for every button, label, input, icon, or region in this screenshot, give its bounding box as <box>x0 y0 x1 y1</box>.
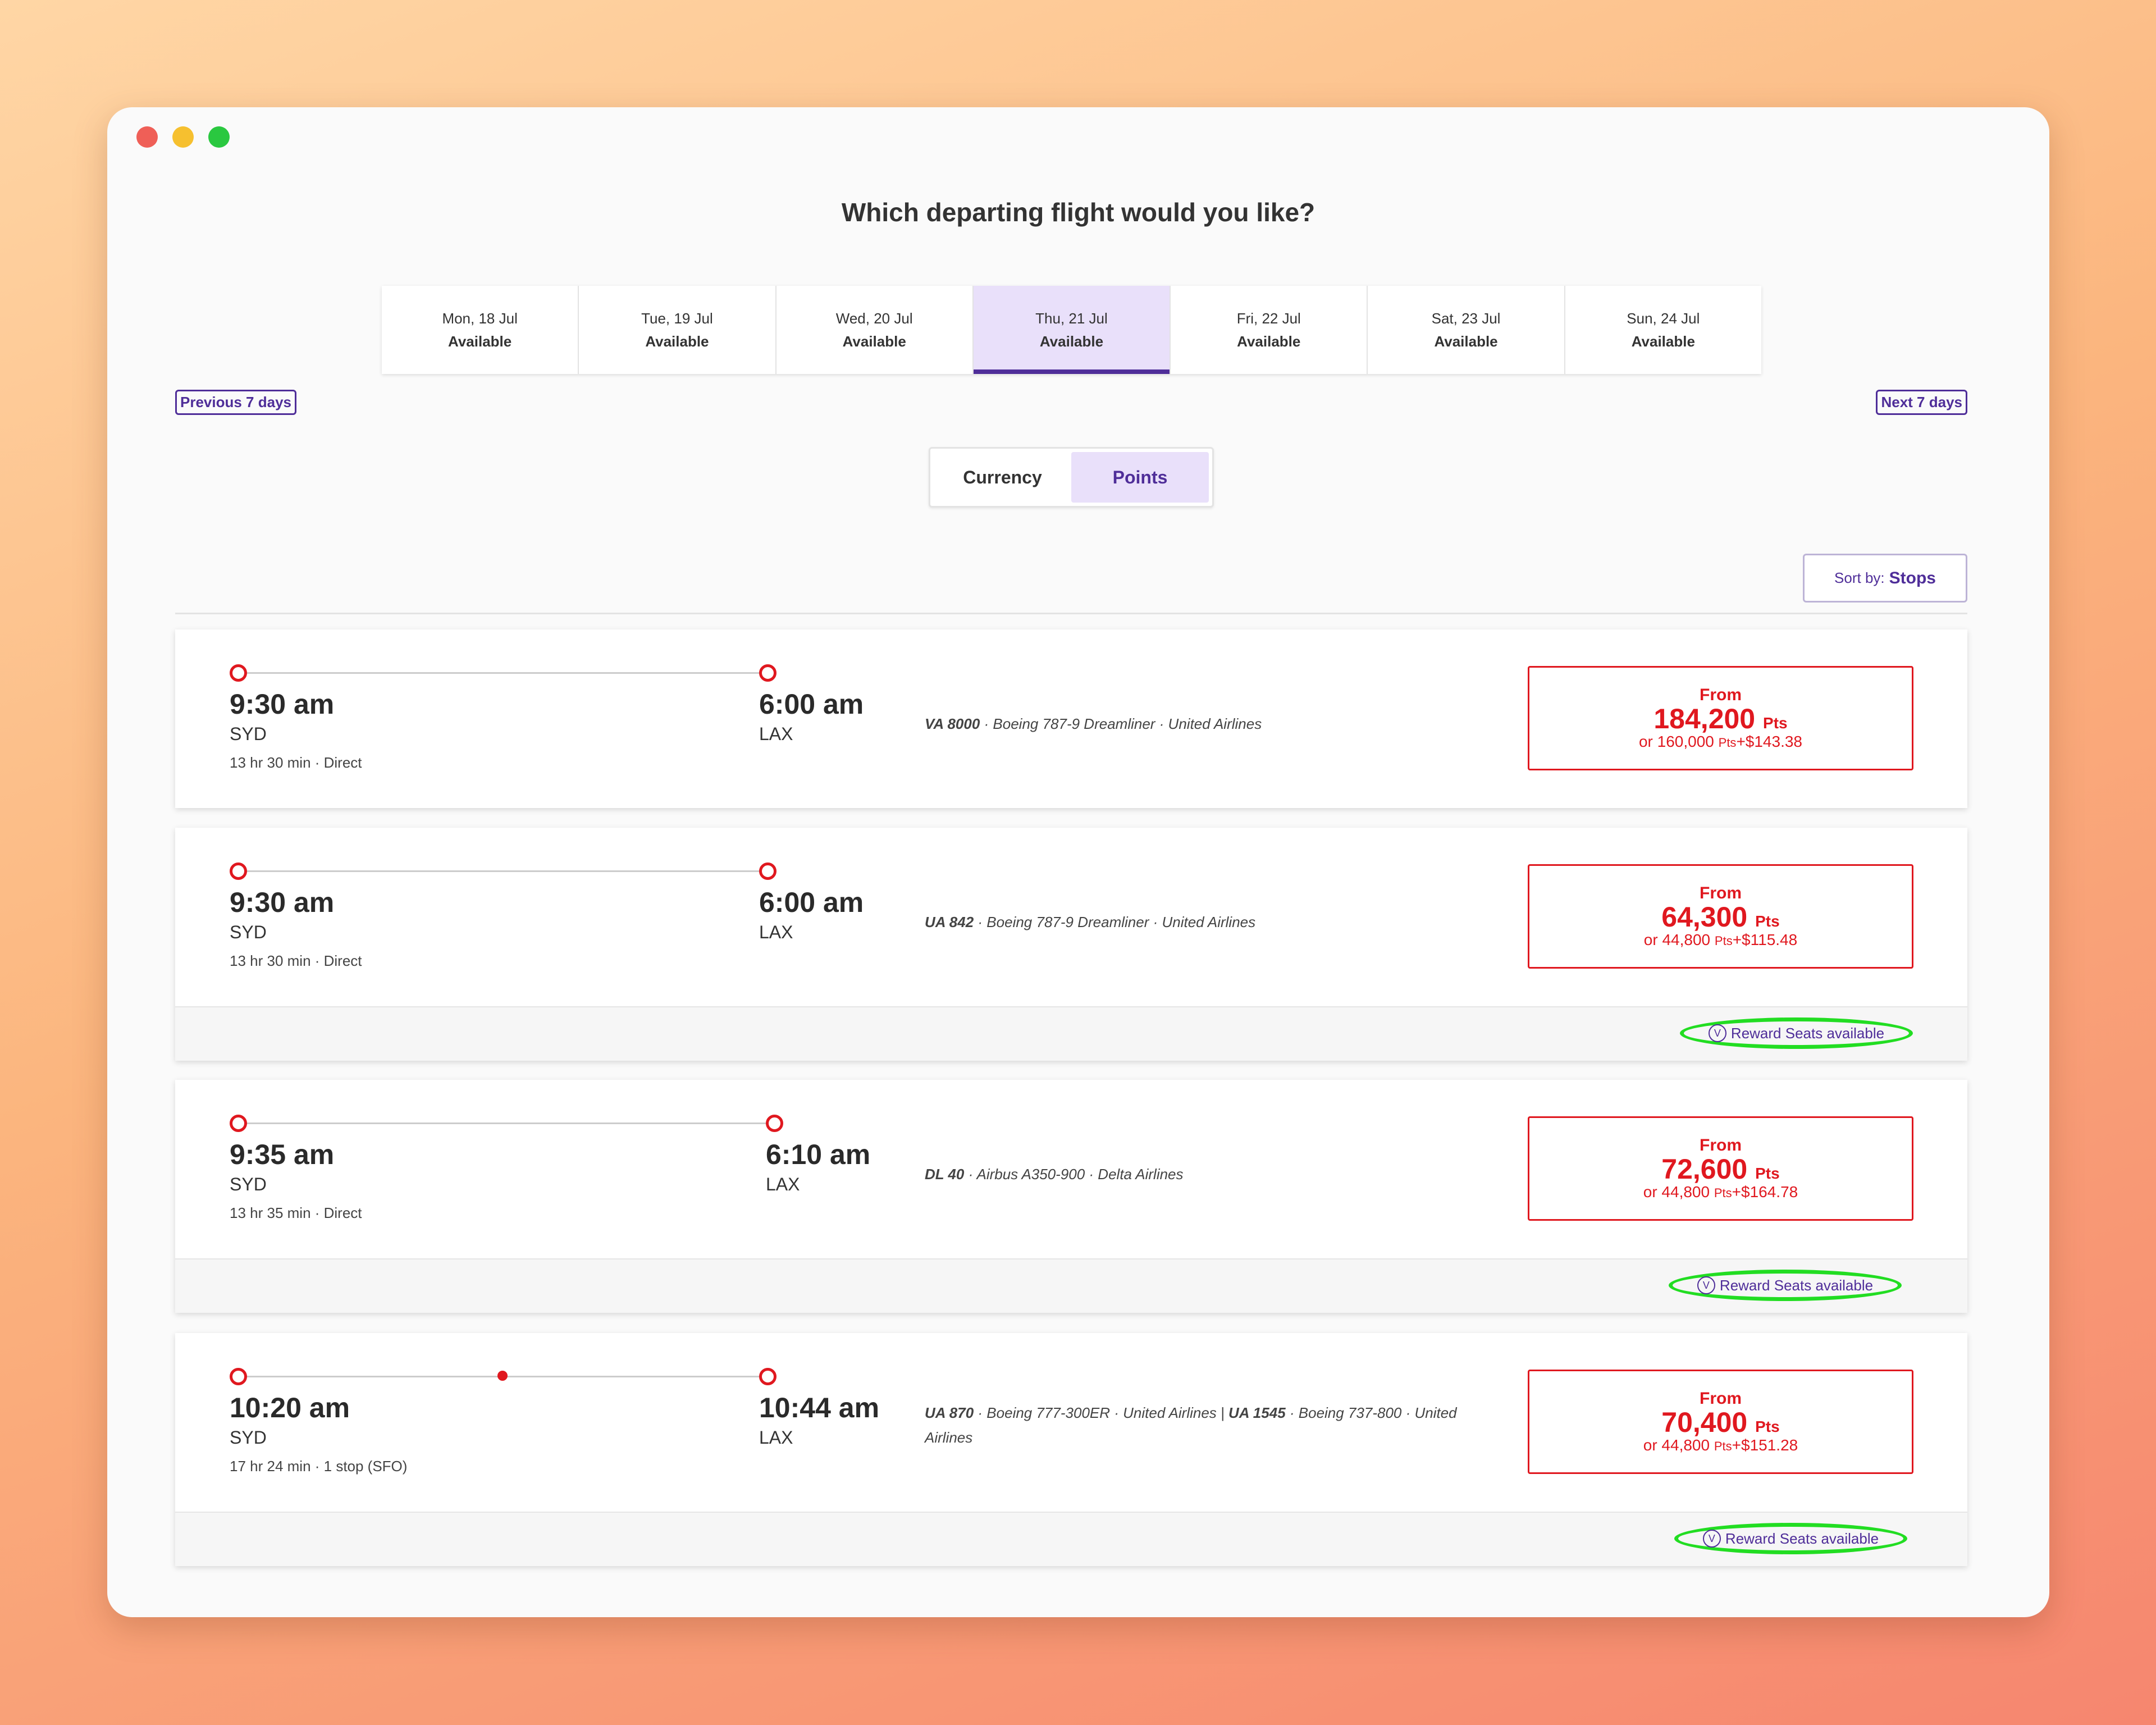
date-tab-4[interactable]: Fri, 22 Jul Available <box>1171 286 1368 374</box>
points-toggle-option[interactable]: Points <box>1071 452 1209 503</box>
reward-v-icon: V <box>1702 1530 1721 1548</box>
sort-dropdown[interactable]: Sort by: Stops <box>1803 554 1967 603</box>
price-button[interactable]: From 64,300 Pts or 44,800 Pts+$115.48 <box>1528 864 1913 969</box>
window-controls <box>136 126 230 148</box>
price-button[interactable]: From 70,400 Pts or 44,800 Pts+$151.28 <box>1528 1370 1913 1474</box>
flight-card-2[interactable]: 9:30 am SYD 6:00 am LAX 13 hr 30 min · D… <box>175 828 1967 1061</box>
close-dot-icon[interactable] <box>136 126 158 148</box>
reward-seats-badge[interactable]: V Reward Seats available <box>1674 1523 1907 1554</box>
departure-airport: SYD <box>230 1427 267 1448</box>
flight-card-4[interactable]: 10:20 am SYD 10:44 am LAX 17 hr 24 min ·… <box>175 1333 1967 1566</box>
card-footer: V Reward Seats available <box>175 1512 1967 1566</box>
reward-seats-badge[interactable]: V Reward Seats available <box>1669 1270 1902 1301</box>
origin-circle-icon <box>230 1115 247 1132</box>
arrival-airport: LAX <box>766 1174 800 1194</box>
destination-circle-icon <box>759 862 776 880</box>
route-line <box>238 672 766 674</box>
currency-points-toggle: Currency Points <box>929 447 1214 508</box>
price-button[interactable]: From 72,600 Pts or 44,800 Pts+$164.78 <box>1528 1116 1913 1221</box>
origin-circle-icon <box>230 1368 247 1385</box>
card-footer: V Reward Seats available <box>175 1258 1967 1313</box>
origin-circle-icon <box>230 862 247 880</box>
date-tab-0[interactable]: Mon, 18 Jul Available <box>382 286 579 374</box>
departure-airport: SYD <box>230 1174 267 1194</box>
flight-card-3[interactable]: 9:35 am SYD 6:10 am LAX 13 hr 35 min · D… <box>175 1080 1967 1313</box>
destination-circle-icon <box>759 664 776 682</box>
date-selector: Mon, 18 Jul Available Tue, 19 Jul Availabl… <box>382 286 1761 374</box>
route-line <box>238 1122 774 1124</box>
flight-details: UA 842 · Boeing 787-9 Dreamliner · Unite… <box>925 914 1256 930</box>
stopover-dot-icon <box>497 1371 508 1381</box>
next-7-days-link[interactable]: Next 7 days <box>1876 390 1967 415</box>
flight-duration: 13 hr 30 min · Direct <box>230 754 362 771</box>
flight-details: VA 8000 · Boeing 787-9 Dreamliner · Unit… <box>925 715 1262 732</box>
destination-circle-icon <box>766 1115 783 1132</box>
card-footer: V Reward Seats available <box>175 1006 1967 1061</box>
currency-toggle-option[interactable]: Currency <box>934 452 1071 503</box>
arrival-airport: LAX <box>759 922 793 942</box>
flight-details: DL 40 · Airbus A350-900 · Delta Airlines <box>925 1166 1184 1183</box>
departure-time: 9:30 am <box>230 688 335 720</box>
departure-time: 9:30 am <box>230 887 335 918</box>
origin-circle-icon <box>230 664 247 682</box>
destination-circle-icon <box>759 1368 776 1385</box>
minimize-dot-icon[interactable] <box>172 126 194 148</box>
arrival-airport: LAX <box>759 1427 793 1448</box>
page-title: Which departing flight would you like? <box>841 198 1315 227</box>
arrival-time: 6:00 am <box>759 887 864 918</box>
departure-airport: SYD <box>230 724 267 744</box>
route-line <box>238 870 766 872</box>
date-tab-2[interactable]: Wed, 20 Jul Available <box>776 286 974 374</box>
browser-window: Which departing flight would you like? M… <box>107 107 2049 1617</box>
arrival-airport: LAX <box>759 724 793 744</box>
departure-time: 10:20 am <box>230 1392 350 1423</box>
flight-duration: 13 hr 30 min · Direct <box>230 952 362 969</box>
sort-value: Stops <box>1889 568 1936 587</box>
date-tab-3[interactable]: Thu, 21 Jul Available <box>973 286 1171 374</box>
price-button[interactable]: From 184,200 Pts or 160,000 Pts+$143.38 <box>1528 666 1913 770</box>
departure-airport: SYD <box>230 922 267 942</box>
reward-seats-badge[interactable]: V Reward Seats available <box>1680 1017 1913 1049</box>
flight-details: UA 870 · Boeing 777-300ER · United Airli… <box>925 1404 1457 1446</box>
divider <box>175 613 1967 614</box>
arrival-time: 6:10 am <box>766 1139 871 1170</box>
reward-v-icon: V <box>1708 1024 1726 1042</box>
sort-label: Sort by: <box>1834 569 1885 586</box>
date-tab-6[interactable]: Sun, 24 Jul Available <box>1565 286 1761 374</box>
reward-v-icon: V <box>1697 1276 1715 1294</box>
flight-card-1[interactable]: 9:30 am SYD 6:00 am LAX 13 hr 30 min · D… <box>175 629 1967 808</box>
flight-duration: 13 hr 35 min · Direct <box>230 1204 362 1221</box>
zoom-dot-icon[interactable] <box>208 126 230 148</box>
previous-7-days-link[interactable]: Previous 7 days <box>175 390 296 415</box>
departure-time: 9:35 am <box>230 1139 335 1170</box>
arrival-time: 6:00 am <box>759 688 864 720</box>
arrival-time: 10:44 am <box>759 1392 880 1423</box>
date-tab-1[interactable]: Tue, 19 Jul Available <box>579 286 776 374</box>
date-tab-5[interactable]: Sat, 23 Jul Available <box>1368 286 1565 374</box>
flight-duration: 17 hr 24 min · 1 stop (SFO) <box>230 1458 408 1475</box>
